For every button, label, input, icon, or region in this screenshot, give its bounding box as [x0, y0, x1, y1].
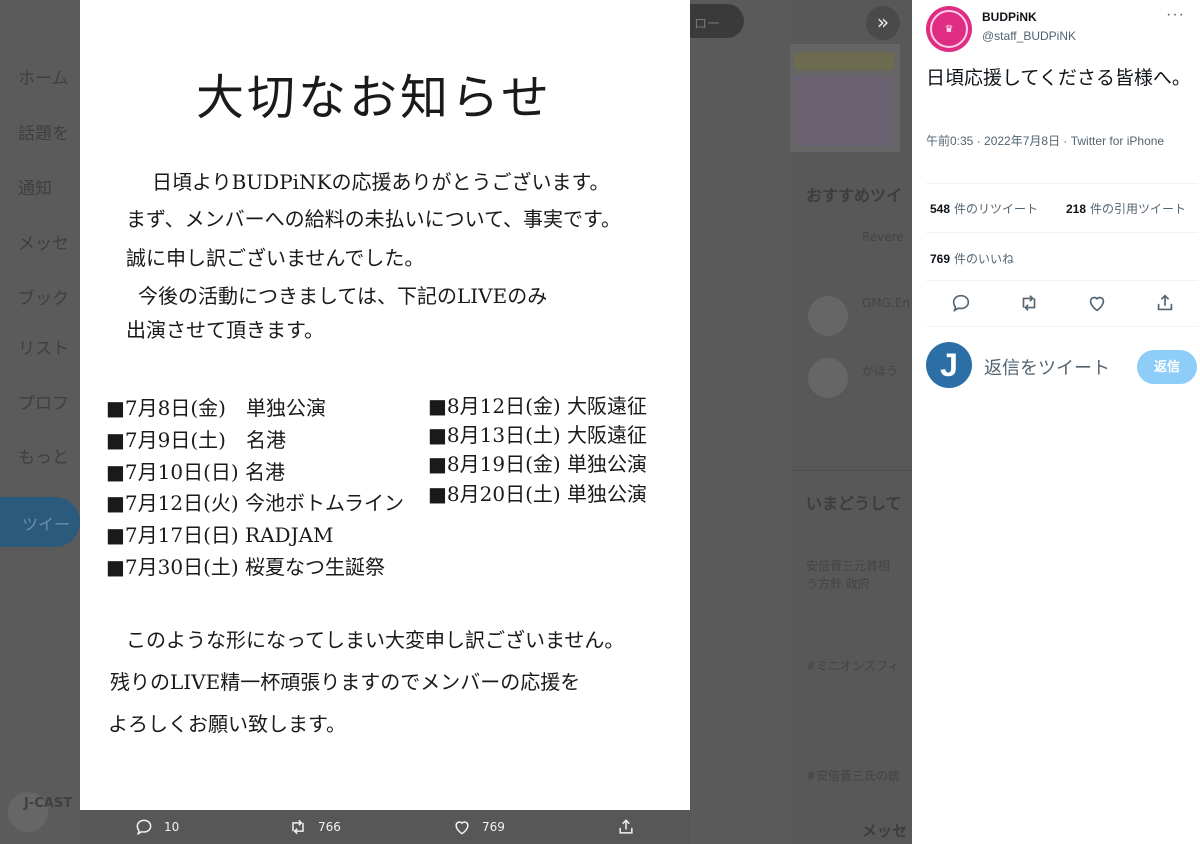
tweet-timestamp[interactable]: 午前0:35 · 2022年7月8日 · Twitter for iPhone: [926, 132, 1186, 151]
retweets-label: 件のリツイート: [954, 202, 1039, 216]
notice-line-3: 誠に申し訳ございませんでした。: [126, 246, 425, 270]
notice-title: 大切なお知らせ: [196, 70, 553, 126]
schedule-right-1: ■8月12日(金) 大阪遠征: [428, 394, 648, 418]
author-handle[interactable]: @staff_BUDPiNK: [982, 29, 1076, 43]
reply-icon[interactable]: [950, 292, 972, 314]
trend-1-sub: う方針 政府: [806, 577, 870, 591]
notice-image: 大切なお知らせ 日頃よりBUDPiNKの応援ありがとうございます。 まず、メンバ…: [80, 0, 690, 810]
schedule-left-5: ■7月17日(日) RADJAM: [106, 523, 334, 547]
nav-messages[interactable]: メッセ: [18, 229, 69, 254]
nav-profile[interactable]: プロフ: [18, 389, 69, 414]
retweets-stat[interactable]: 548 件のリツイート: [930, 200, 1038, 217]
notice-line-2: まず、メンバーへの給料の未払いについて、事実です。: [126, 207, 621, 231]
schedule-right-4: ■8月20日(土) 単独公演: [428, 482, 648, 506]
notice-line-1: 日頃よりBUDPiNKの応援ありがとうございます。: [152, 170, 610, 194]
heart-icon: [455, 821, 469, 835]
schedule-left-4: ■7月12日(火) 今池ボトムライン: [106, 491, 405, 515]
account-name: J-CAST: [24, 796, 73, 811]
closing-line-1: このような形になってしまい大変申し訳ございません。: [126, 628, 625, 652]
nav-home[interactable]: ホーム: [18, 64, 69, 89]
expand-panel-icon[interactable]: »: [866, 6, 900, 40]
recommend-avatar-3[interactable]: [808, 358, 848, 398]
closing-line-2: 残りのLIVE精一杯頑張りますのでメンバーの応援を: [110, 670, 581, 694]
schedule-left-6: ■7月30日(土) 桜夏なつ生誕祭: [106, 555, 386, 579]
like-count: 769: [482, 820, 505, 834]
schedule-right-3: ■8月19日(金) 単独公演: [428, 452, 648, 476]
likes-stat[interactable]: 769 件のいいね: [930, 250, 1014, 267]
reply-icon: [136, 819, 152, 836]
reply-count: 10: [164, 820, 180, 834]
heart-icon[interactable]: [1086, 292, 1108, 314]
closing-line-3: よろしくお願い致します。: [108, 712, 346, 736]
messages-drawer[interactable]: メッセ: [862, 820, 907, 841]
retweet-count: 766: [318, 820, 341, 834]
background-sidebar: ホーム 話題を 通知 メッセ ブック リスト プロフ もっと ツイー J-CAS…: [0, 0, 80, 844]
retweets-count: 548: [930, 202, 951, 216]
schedule-right-2: ■8月13日(土) 大阪遠征: [428, 423, 648, 447]
notice-line-5: 出演させて頂きます。: [126, 318, 324, 342]
reply-input[interactable]: 返信をツイート: [984, 354, 1110, 380]
likes-count: 769: [930, 252, 951, 266]
nav-explore[interactable]: 話題を: [18, 119, 69, 144]
current-user-avatar[interactable]: J: [926, 342, 972, 388]
trend-2[interactable]: #ミニオンズフィ: [806, 657, 900, 674]
schedule-left-1: ■7月8日(金) 単独公演: [106, 396, 326, 420]
quotes-stat[interactable]: 218 件の引用ツイート: [1066, 200, 1186, 217]
likes-label: 件のいいね: [954, 252, 1015, 266]
background-thumbnail: [790, 44, 900, 152]
quotes-count: 218: [1066, 202, 1087, 216]
trends-heading: いまどうして: [806, 494, 902, 513]
follow-button[interactable]: ロー: [690, 4, 744, 38]
tweet-detail-panel: ♛ BUDPiNK @staff_BUDPiNK ··· 日頃応援してくださる皆…: [912, 0, 1200, 844]
compose-tweet-button[interactable]: ツイー: [0, 497, 80, 547]
tweet-text: 日頃応援してくださる皆様へ。: [926, 68, 1191, 89]
reply-action[interactable]: 10: [134, 812, 179, 842]
recommend-user-1[interactable]: Revere: [862, 230, 904, 244]
author-name[interactable]: BUDPiNK: [982, 10, 1037, 24]
notice-line-4: 今後の活動につきましては、下記のLIVEのみ: [138, 284, 548, 308]
trend-1[interactable]: 安倍晋三元首相: [806, 557, 890, 574]
share-icon: [619, 819, 633, 834]
nav-bookmarks[interactable]: ブック: [18, 284, 69, 309]
like-action[interactable]: 769: [452, 812, 505, 842]
schedule-left-2: ■7月9日(土) 名港: [106, 428, 286, 452]
retweet-icon: [292, 819, 304, 835]
nav-more[interactable]: もっと: [18, 443, 69, 468]
share-icon[interactable]: [1154, 292, 1176, 314]
more-options-icon[interactable]: ···: [1166, 6, 1185, 24]
author-avatar[interactable]: ♛: [926, 6, 972, 52]
nav-notifications[interactable]: 通知: [18, 174, 52, 199]
reply-button[interactable]: 返信: [1137, 350, 1197, 384]
logo-icon: ♛: [930, 10, 968, 48]
share-action[interactable]: [616, 812, 646, 842]
retweet-icon[interactable]: [1018, 292, 1040, 314]
quotes-label: 件の引用ツイート: [1090, 202, 1187, 216]
trend-3[interactable]: #安倍晋三氏の銃: [806, 767, 900, 784]
nav-lists[interactable]: リスト: [18, 334, 69, 359]
schedule-left-3: ■7月10日(日) 名港: [106, 460, 286, 484]
recommend-user-3[interactable]: がほう: [862, 362, 898, 379]
recommend-heading: おすすめツイ: [806, 186, 903, 205]
recommend-avatar-2[interactable]: [808, 296, 848, 336]
recommend-user-2[interactable]: GMG.En: [862, 296, 910, 310]
retweet-action[interactable]: 766: [288, 812, 341, 842]
